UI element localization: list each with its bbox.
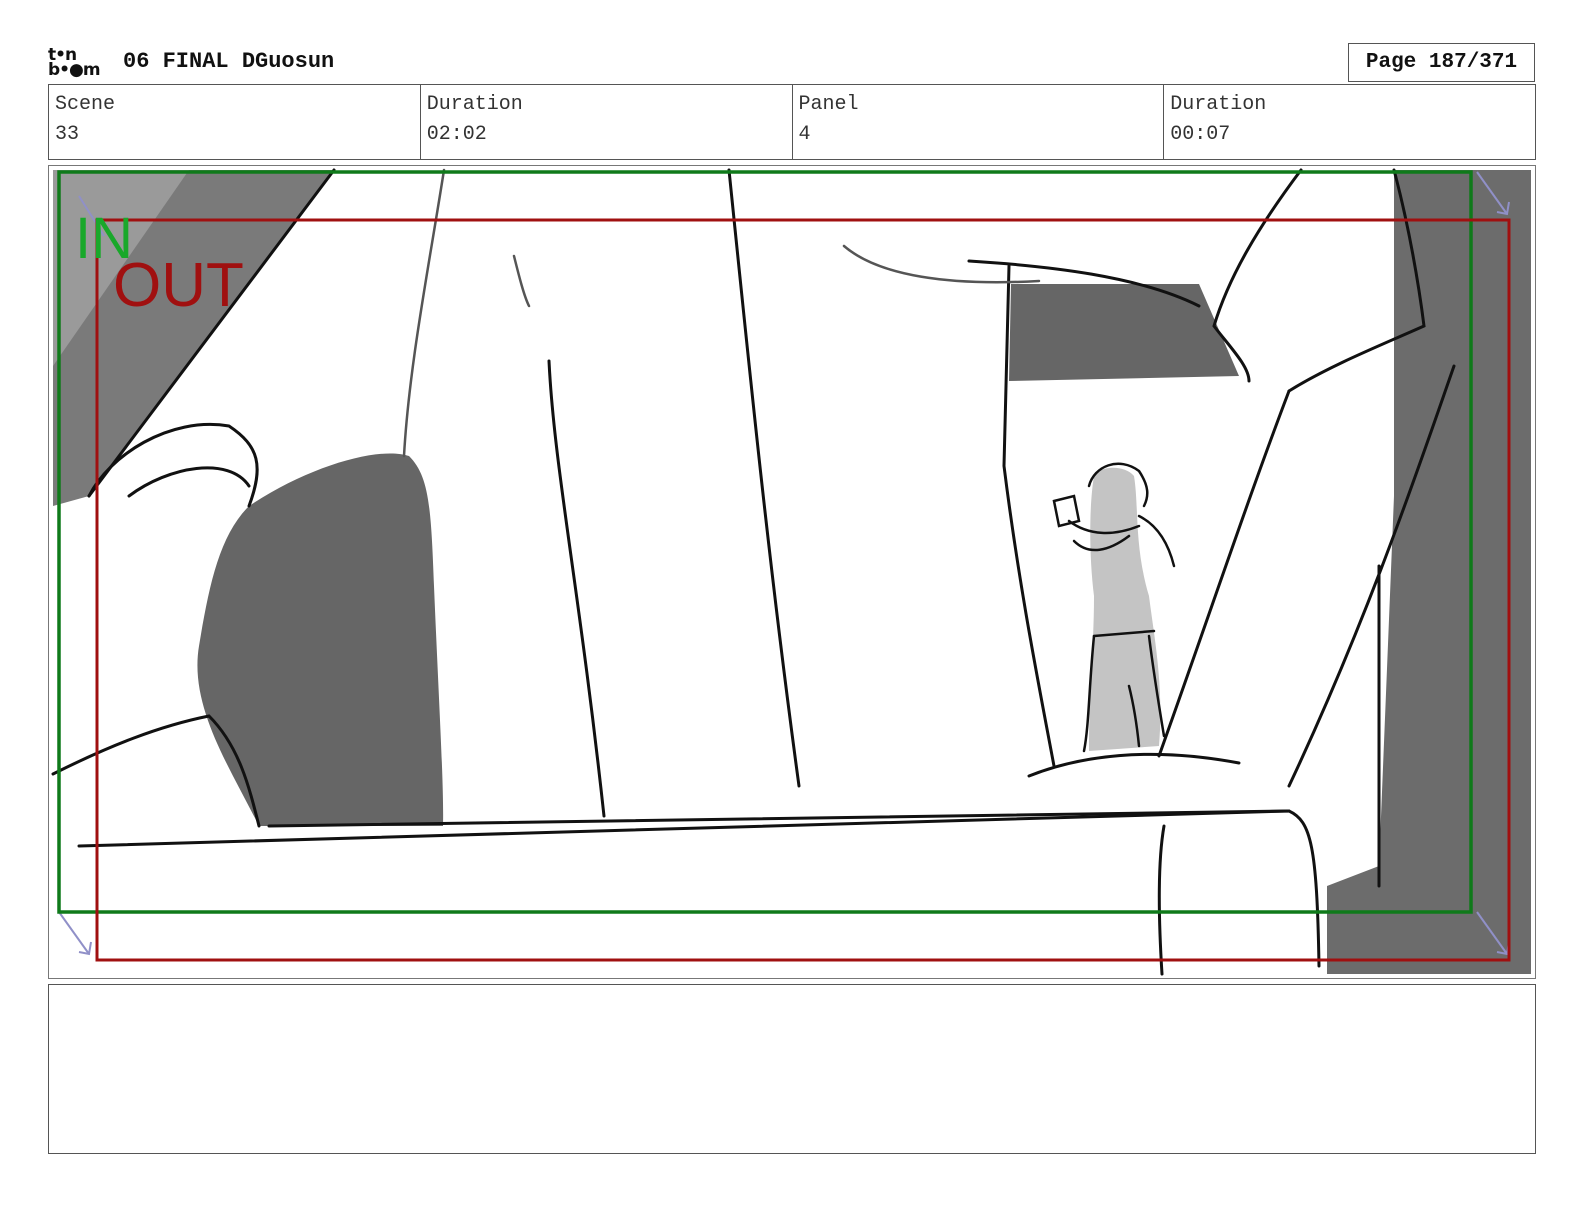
scene-duration-label: Duration <box>426 93 523 116</box>
out-frame-label: OUT <box>113 251 244 320</box>
panel-notes-box[interactable] <box>48 984 1536 1154</box>
storyboard-panel: IN OUT <box>48 165 1536 979</box>
doorway-shade <box>1009 284 1239 381</box>
scene-label: Scene <box>55 93 116 116</box>
panel-duration-value: 00:07 <box>1170 123 1231 146</box>
scene-duration-value: 02:02 <box>426 123 487 146</box>
character-figure <box>1052 462 1176 753</box>
panel-cell: Panel 4 <box>793 85 1165 159</box>
page-indicator: Page 187/371 <box>1348 43 1535 82</box>
panel-label: Panel <box>798 93 859 116</box>
panel-info-table: Scene 33 Duration 02:02 Panel 4 Duration… <box>48 84 1536 160</box>
storyboard-sketch: IN OUT <box>51 168 1531 976</box>
panel-duration-cell: Duration 00:07 <box>1164 85 1535 159</box>
right-wall-shade <box>1327 170 1531 974</box>
project-title: 06 FINAL DGuosun <box>123 49 335 74</box>
light-sketch-lines <box>402 168 1041 458</box>
logo-bottom-text: b•●m <box>48 60 101 80</box>
cushion-shade <box>197 453 444 826</box>
panel-duration-label: Duration <box>1170 93 1267 116</box>
toonboom-logo: t•n b•●m <box>48 47 106 80</box>
scene-duration-cell: Duration 02:02 <box>421 85 793 159</box>
panel-value: 4 <box>798 123 811 146</box>
scene-value: 33 <box>55 123 80 146</box>
scene-cell: Scene 33 <box>49 85 421 159</box>
